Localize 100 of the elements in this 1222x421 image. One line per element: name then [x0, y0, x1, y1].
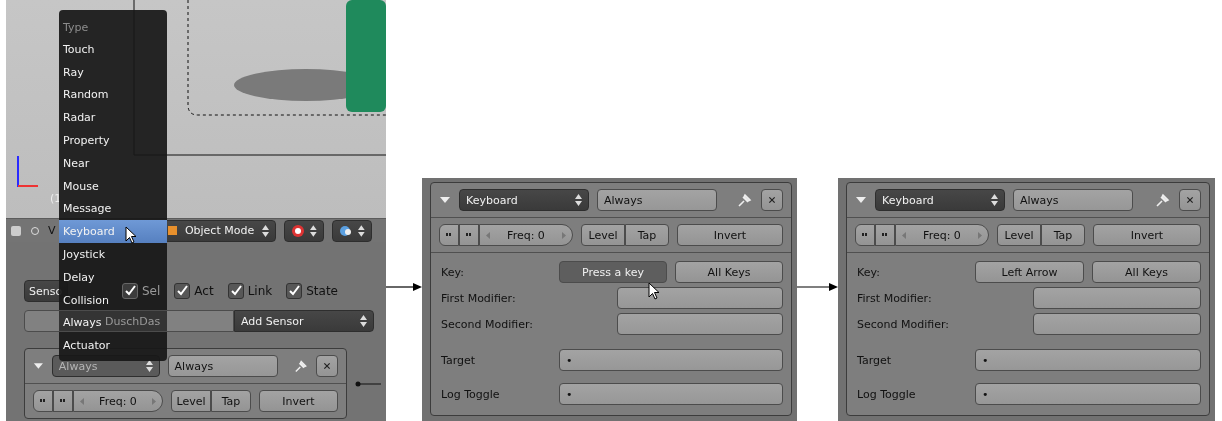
dots-icon: [882, 233, 888, 237]
invert-button[interactable]: Invert: [1093, 224, 1201, 246]
target-field[interactable]: •: [975, 349, 1201, 371]
sensor-name-field[interactable]: Always: [167, 355, 278, 377]
add-sensor-select[interactable]: Add Sensor: [234, 310, 374, 332]
level-button[interactable]: Level: [581, 224, 625, 246]
pulse-true-button[interactable]: [439, 224, 459, 246]
checkmark-icon: [124, 285, 136, 297]
second-modifier-field[interactable]: [617, 313, 783, 335]
pulse-false-button[interactable]: [53, 390, 73, 412]
circle-icon[interactable]: [30, 225, 40, 236]
sensor-name-field[interactable]: Always: [597, 189, 717, 211]
editor-type-icon[interactable]: [10, 224, 22, 237]
first-modifier-label: First Modifier:: [441, 291, 517, 305]
menu-item[interactable]: Mouse: [59, 174, 101, 198]
log-toggle-field[interactable]: •: [559, 383, 783, 405]
flow-arrow: [386, 281, 422, 292]
checkmark-icon: [288, 285, 301, 297]
close-icon: [323, 360, 331, 372]
up-down-arrows-icon: [991, 194, 998, 206]
pulse-false-button[interactable]: [459, 224, 479, 246]
right-arrow-icon: [978, 231, 982, 239]
menu-item[interactable]: Random: [59, 83, 111, 107]
checkmark-icon: [176, 285, 189, 297]
pulse-false-button[interactable]: [875, 224, 895, 246]
all-keys-button[interactable]: All Keys: [675, 261, 783, 283]
menu-item[interactable]: Touch: [59, 38, 97, 61]
key-button[interactable]: Press a key: [559, 261, 667, 283]
menu-item[interactable]: Message: [59, 197, 114, 221]
tap-button[interactable]: Tap: [211, 390, 251, 412]
key-button[interactable]: Left Arrow: [975, 261, 1084, 283]
sensor-type-select[interactable]: Keyboard: [459, 189, 589, 211]
key-label: Key:: [441, 265, 465, 279]
close-icon: [1186, 194, 1194, 206]
close-button[interactable]: [1179, 189, 1201, 211]
left-arrow-icon: [902, 231, 906, 239]
frequency-field[interactable]: Freq: 0: [73, 390, 163, 412]
target-label: Target: [441, 353, 477, 367]
invert-button[interactable]: Invert: [677, 224, 783, 246]
second-modifier-label: Second Modifier:: [441, 317, 534, 331]
up-down-arrows-icon: [357, 224, 365, 237]
frequency-field[interactable]: Freq: 0: [895, 224, 989, 246]
sensor-type-select[interactable]: Keyboard: [875, 189, 1005, 211]
key-label: Key:: [857, 265, 881, 279]
mouse-cursor-icon: [648, 282, 660, 300]
first-modifier-field[interactable]: [617, 287, 783, 309]
dots-icon: [60, 399, 66, 403]
checkmark-icon: [229, 285, 242, 297]
connector-socket-icon: [355, 380, 381, 387]
disclosure-triangle-icon[interactable]: [855, 195, 867, 205]
right-arrow-icon: [562, 231, 566, 239]
sensor-name-field[interactable]: Always: [1013, 189, 1133, 211]
menu-item[interactable]: Property: [59, 129, 112, 152]
second-modifier-field[interactable]: [1033, 313, 1201, 335]
up-down-arrows-icon: [575, 194, 582, 206]
pivot-select[interactable]: [331, 219, 372, 242]
pivot-icon: [338, 223, 352, 238]
left-arrow-icon: [80, 397, 84, 405]
menu-item[interactable]: Joystick: [59, 243, 107, 266]
view-menu[interactable]: V: [48, 224, 56, 237]
all-keys-button[interactable]: All Keys: [1092, 261, 1201, 283]
level-button[interactable]: Level: [171, 390, 211, 412]
menu-item[interactable]: Radar: [59, 106, 98, 130]
level-button[interactable]: Level: [997, 224, 1041, 246]
invert-button[interactable]: Invert: [259, 390, 338, 412]
disclosure-triangle-icon[interactable]: [33, 361, 44, 371]
menu-item[interactable]: Always: [59, 311, 104, 335]
menu-item[interactable]: Actuator: [59, 334, 112, 358]
disclosure-triangle-icon[interactable]: [439, 195, 451, 205]
cube-icon: [166, 225, 178, 236]
filter-checkbox[interactable]: Act: [174, 283, 214, 299]
menu-item[interactable]: Ray: [59, 60, 86, 84]
up-down-arrows-icon: [145, 360, 153, 372]
close-button[interactable]: [316, 355, 338, 377]
log-toggle-label: Log Toggle: [441, 387, 501, 401]
tap-button[interactable]: Tap: [1041, 224, 1085, 246]
dots-icon: [862, 233, 868, 237]
menu-item[interactable]: Near: [59, 152, 92, 175]
dots-icon: [446, 233, 452, 237]
up-down-arrows-icon: [360, 315, 367, 327]
target-label: Target: [857, 353, 893, 367]
flow-arrow: [797, 281, 838, 292]
first-modifier-label: First Modifier:: [857, 291, 933, 305]
dots-icon: [40, 399, 46, 403]
log-toggle-label: Log Toggle: [857, 387, 917, 401]
mouse-cursor-icon: [125, 226, 137, 245]
filter-checkbox[interactable]: State: [286, 283, 338, 299]
filter-checkbox[interactable]: Link: [227, 283, 273, 299]
pulse-true-button[interactable]: [33, 390, 53, 412]
up-down-arrows-icon: [261, 224, 269, 237]
tap-button[interactable]: Tap: [625, 224, 669, 246]
close-button[interactable]: [761, 189, 783, 211]
close-icon: [768, 194, 776, 206]
first-modifier-field[interactable]: [1033, 287, 1201, 309]
shading-select[interactable]: [283, 219, 324, 242]
target-field[interactable]: •: [559, 349, 783, 371]
frequency-field[interactable]: Freq: 0: [479, 224, 573, 246]
log-toggle-field[interactable]: •: [975, 383, 1201, 405]
pulse-true-button[interactable]: [855, 224, 875, 246]
left-arrow-icon: [486, 231, 490, 239]
